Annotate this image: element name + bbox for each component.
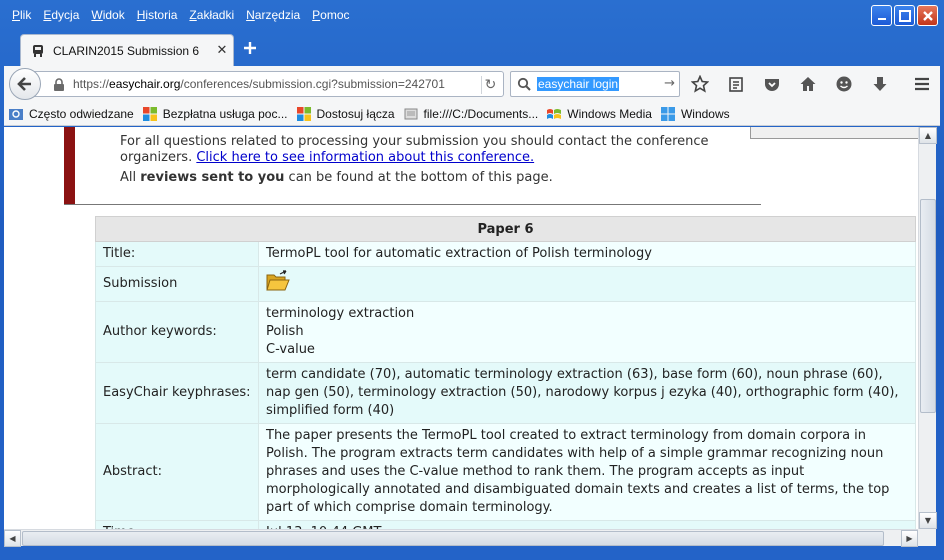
lock-icon bbox=[54, 78, 64, 91]
keywords-label: Author keywords: bbox=[95, 301, 259, 363]
paper-details-table: Paper 6 Title: TermoPL tool for automati… bbox=[95, 216, 916, 529]
hello-icon[interactable] bbox=[832, 72, 856, 96]
table-row: Abstract: The paper presents the TermoPL… bbox=[95, 423, 916, 521]
windows-flag-icon bbox=[547, 108, 562, 119]
scrollbar-corner bbox=[918, 529, 936, 546]
minimize-icon bbox=[877, 17, 886, 20]
home-icon[interactable] bbox=[796, 72, 820, 96]
keyword-item: C-value bbox=[266, 342, 315, 357]
keyphrases-value: term candidate (70), automatic terminolo… bbox=[258, 362, 916, 424]
info-reviews-text: All reviews sent to you can be found at … bbox=[120, 170, 553, 185]
keyphrases-label: EasyChair keyphrases: bbox=[95, 362, 259, 424]
horizontal-scrollbar[interactable]: ◀ ▶ bbox=[4, 529, 918, 547]
time-label: Time: bbox=[95, 520, 259, 529]
scroll-up-icon[interactable]: ▲ bbox=[919, 127, 937, 144]
plus-icon bbox=[244, 42, 256, 54]
windows-logo-icon bbox=[296, 106, 311, 121]
paper-title: TermoPL tool for automatic extraction of… bbox=[258, 241, 916, 267]
search-icon bbox=[511, 72, 537, 96]
side-panel bbox=[750, 127, 918, 139]
table-row: Author keywords: terminology extraction … bbox=[95, 301, 916, 363]
back-arrow-icon bbox=[17, 77, 31, 91]
menu-widok[interactable]: Widok bbox=[85, 8, 130, 22]
url-bar[interactable]: https://easychair.org/conferences/submis… bbox=[26, 71, 504, 97]
keywords-cell: terminology extraction Polish C-value bbox=[258, 301, 916, 363]
conference-info-link[interactable]: Click here to see information about this… bbox=[196, 150, 534, 165]
abstract-label: Abstract: bbox=[95, 423, 259, 521]
windows-logo-icon bbox=[142, 106, 157, 121]
window-controls bbox=[871, 5, 938, 26]
bookmark-file-documents[interactable]: file:///C:/Documents... bbox=[403, 106, 538, 122]
info-box: For all questions related to processing … bbox=[120, 134, 740, 190]
title-label: Title: bbox=[95, 241, 259, 267]
table-row: Time: Jul 13, 10:44 GMT bbox=[95, 520, 916, 529]
keyword-item: terminology extraction bbox=[266, 306, 415, 321]
menu-edycja[interactable]: Edycja bbox=[37, 8, 85, 22]
scroll-left-icon[interactable]: ◀ bbox=[4, 530, 21, 547]
bookmark-star-icon[interactable] bbox=[688, 72, 712, 96]
menu-plik[interactable]: Plik bbox=[6, 8, 37, 22]
menu-pomoc[interactable]: Pomoc bbox=[306, 8, 355, 22]
vertical-scrollbar[interactable]: ▲ ▼ bbox=[918, 127, 937, 529]
reload-icon[interactable]: ↻ bbox=[481, 76, 499, 94]
bookmarks-toolbar: Często odwiedzane Bezpłatna usługa poc..… bbox=[4, 102, 940, 126]
url-text: https://easychair.org/conferences/submis… bbox=[73, 77, 445, 91]
maximize-button[interactable] bbox=[894, 5, 915, 26]
table-row: Title: TermoPL tool for automatic extrac… bbox=[95, 241, 916, 267]
menu-zakladki[interactable]: Zakładki bbox=[183, 8, 240, 22]
paper-heading: Paper 6 bbox=[95, 216, 916, 242]
table-row: EasyChair keyphrases: term candidate (70… bbox=[95, 362, 916, 424]
scroll-thumb[interactable] bbox=[920, 199, 936, 413]
search-bar[interactable]: easychair login → bbox=[510, 71, 680, 97]
scroll-thumb-horizontal[interactable] bbox=[22, 531, 884, 546]
tab-clarin2015[interactable]: CLARIN2015 Submission 6 ✕ bbox=[20, 34, 234, 66]
open-folder-icon[interactable] bbox=[266, 270, 290, 292]
time-value: Jul 13, 10:44 GMT bbox=[258, 520, 916, 529]
browser-window: Plik Edycja Widok Historia Zakładki Narz… bbox=[0, 0, 944, 560]
info-contact-text: For all questions related to processing … bbox=[120, 134, 709, 165]
back-button[interactable] bbox=[9, 68, 41, 100]
bookmark-windows[interactable]: Windows bbox=[660, 106, 730, 122]
reading-list-icon[interactable] bbox=[724, 72, 748, 96]
tab-strip: CLARIN2015 Submission 6 ✕ bbox=[0, 30, 944, 66]
menu-historia[interactable]: Historia bbox=[131, 8, 184, 22]
divider bbox=[64, 204, 761, 205]
scroll-down-icon[interactable]: ▼ bbox=[919, 512, 937, 529]
minimize-button[interactable] bbox=[871, 5, 892, 26]
submission-cell bbox=[258, 266, 916, 302]
folder-search-icon bbox=[9, 108, 23, 120]
tab-title: CLARIN2015 Submission 6 bbox=[53, 43, 200, 58]
maximize-icon bbox=[898, 9, 911, 22]
menu-narzedzia[interactable]: Narzędzia bbox=[240, 8, 306, 22]
scroll-right-icon[interactable]: ▶ bbox=[901, 530, 918, 547]
pocket-icon[interactable] bbox=[760, 72, 784, 96]
table-row: Submission bbox=[95, 266, 916, 302]
tab-close-icon[interactable]: ✕ bbox=[211, 43, 233, 58]
submission-label: Submission bbox=[95, 266, 259, 302]
hamburger-menu-icon[interactable] bbox=[910, 72, 934, 96]
favicon-icon bbox=[33, 44, 43, 57]
bookmark-windows-media[interactable]: Windows Media bbox=[546, 106, 652, 122]
bookmark-bezplatna-usluga[interactable]: Bezpłatna usługa poc... bbox=[142, 106, 288, 122]
page-content: For all questions related to processing … bbox=[4, 127, 918, 529]
info-accent-bar bbox=[64, 127, 75, 205]
windows-logo-icon bbox=[660, 106, 675, 121]
toolbar-icons bbox=[688, 72, 934, 96]
keyword-item: Polish bbox=[266, 324, 304, 339]
bookmark-dostosuj-lacza[interactable]: Dostosuj łącza bbox=[296, 106, 395, 122]
search-go-icon[interactable]: → bbox=[664, 76, 675, 91]
close-window-button[interactable] bbox=[917, 5, 938, 26]
search-input[interactable]: easychair login bbox=[537, 77, 620, 91]
navigation-toolbar: https://easychair.org/conferences/submis… bbox=[4, 66, 940, 102]
bookmark-czesto-odwiedzane[interactable]: Często odwiedzane bbox=[8, 106, 134, 122]
close-icon bbox=[922, 10, 933, 21]
menu-bar: Plik Edycja Widok Historia Zakładki Narz… bbox=[0, 0, 944, 30]
new-tab-button[interactable] bbox=[240, 38, 260, 58]
abstract-value: The paper presents the TermoPL tool crea… bbox=[258, 423, 916, 521]
download-icon[interactable] bbox=[868, 72, 892, 96]
page-icon bbox=[404, 108, 418, 119]
